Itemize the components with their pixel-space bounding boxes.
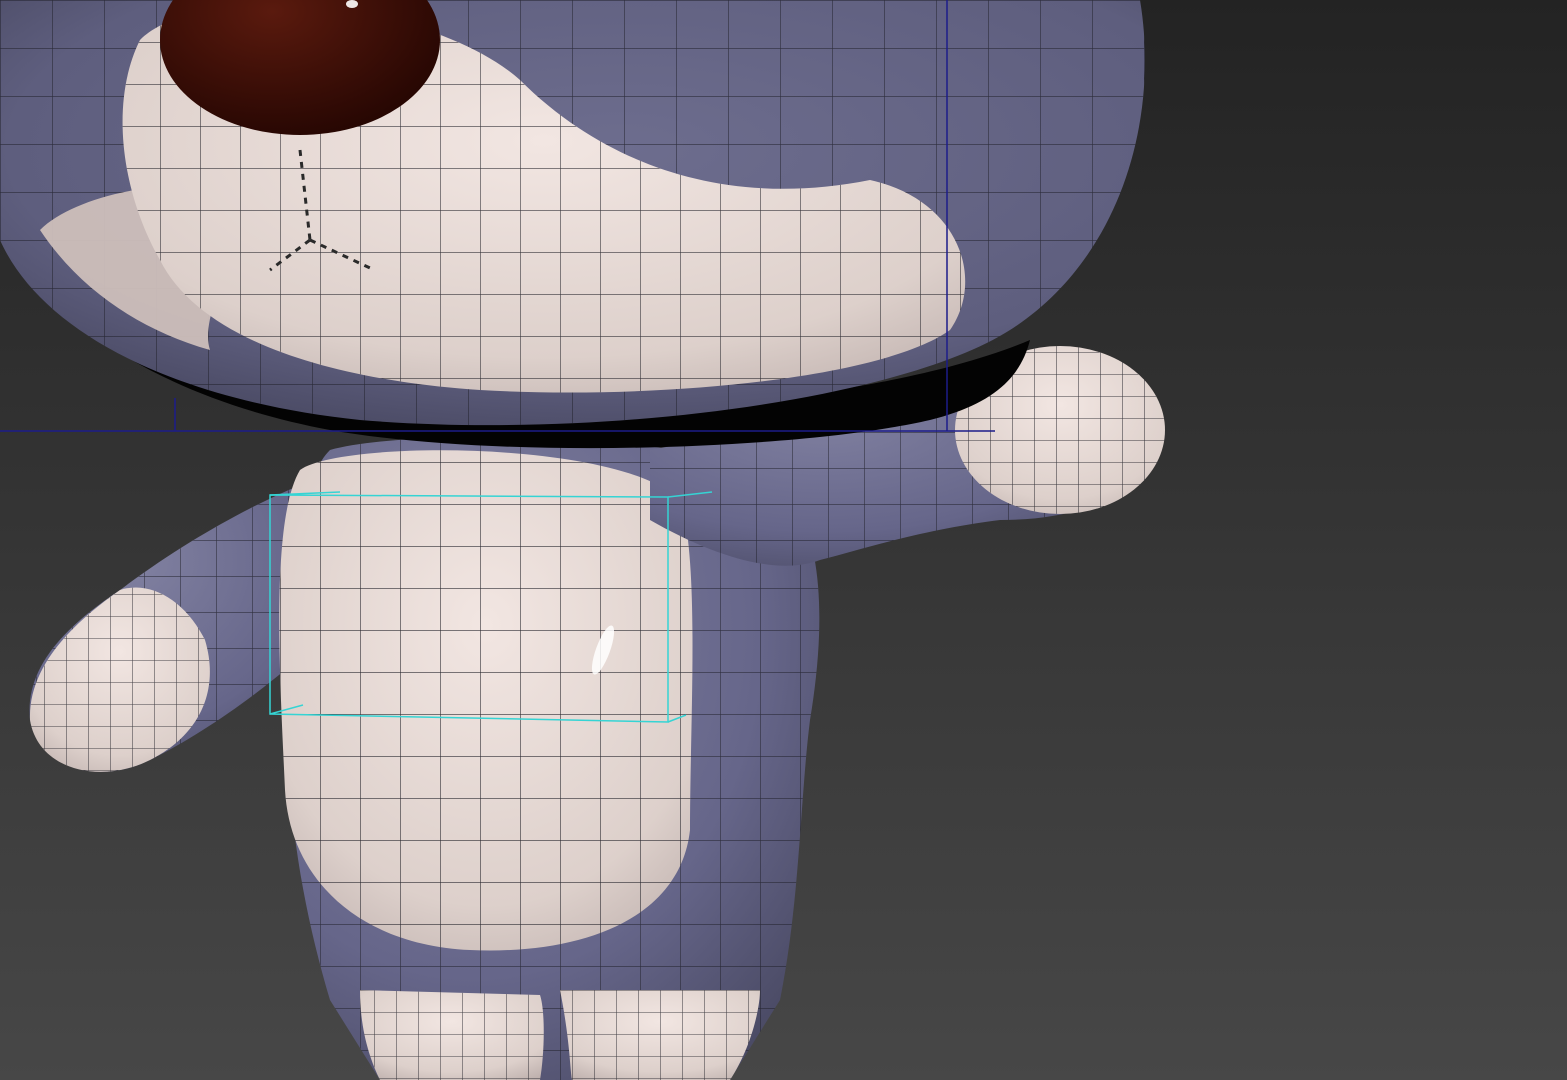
viewport-scene[interactable] [0, 0, 1567, 1080]
3d-viewport[interactable] [0, 0, 1567, 1080]
